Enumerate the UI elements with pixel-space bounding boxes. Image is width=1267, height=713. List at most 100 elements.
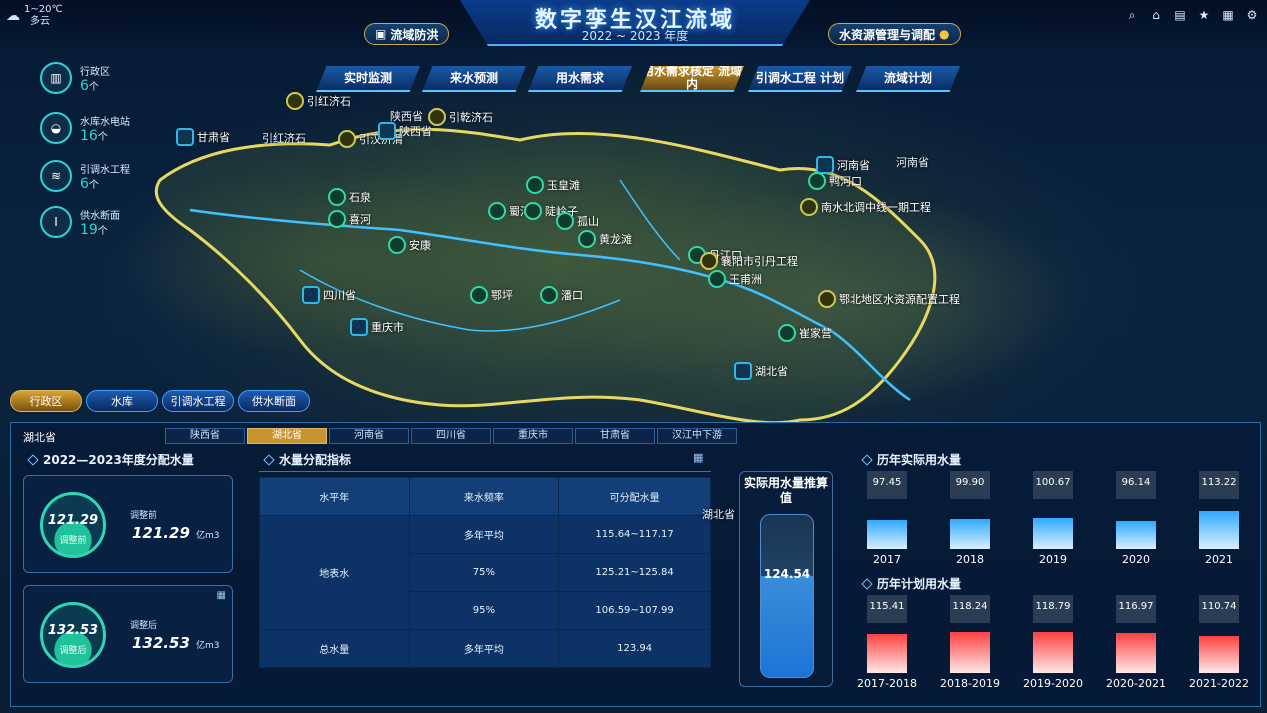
legend-count: 6个 <box>80 78 110 94</box>
reservoir-icon <box>488 202 506 220</box>
map-marker[interactable]: 黄龙滩 <box>578 230 632 248</box>
actual-estimate-value: 124.54 <box>763 567 811 581</box>
map-marker[interactable]: 玉皇滩 <box>526 176 580 194</box>
marker-label: 王甫洲 <box>729 273 762 286</box>
map-marker[interactable]: 引乾济石 <box>428 108 493 126</box>
header-frequency: 来水频率 <box>408 477 560 516</box>
diamond-icon <box>861 453 873 466</box>
bar-fill <box>1033 632 1073 673</box>
nav-tab[interactable]: 用水需求核定 流域内 <box>640 66 744 92</box>
reservoir-icon <box>524 202 542 220</box>
flood-control-button[interactable]: ▣ 流域防洪 <box>364 23 450 45</box>
bar-category-label: 2017-2018 <box>857 677 917 690</box>
bar-value-label: 118.24 <box>952 601 988 612</box>
map-marker[interactable]: 孤山 <box>556 212 599 230</box>
cloud-icon: ☁ <box>6 8 20 24</box>
search-icon[interactable]: ⌕ <box>1125 8 1139 22</box>
map-marker[interactable]: 鸭河口 <box>808 172 862 190</box>
bar-category-label: 2019-2020 <box>1023 677 1083 690</box>
weather-widget: ☁ 1~20℃ 多云 <box>6 4 63 28</box>
map-marker[interactable]: 潘口 <box>540 286 583 304</box>
legend-count: 6个 <box>80 176 130 192</box>
map-marker[interactable]: 喜河 <box>328 210 371 228</box>
reservoir-icon <box>526 176 544 194</box>
map-marker[interactable]: 王甫洲 <box>708 270 762 288</box>
region-bar: 湖北省 陕西省 湖北省 河南省 四川省 重庆市 甘肃省 汉江中下游 <box>21 423 1261 444</box>
value-cell: 123.94 <box>558 629 711 668</box>
table-icon[interactable]: ▦ <box>217 590 226 601</box>
table-icon[interactable]: ▦ <box>693 451 703 464</box>
marker-label: 喜河 <box>349 213 371 226</box>
region-tab[interactable]: 河南省 <box>329 428 409 444</box>
bar-category-label: 2018-2019 <box>940 677 1000 690</box>
value-cell: 106.59~107.99 <box>558 591 711 630</box>
canal-icon <box>286 92 304 110</box>
category-button[interactable]: 水库 <box>86 390 158 412</box>
nav-tab[interactable]: 引调水工程 计划 <box>748 66 852 92</box>
region-tab[interactable]: 陕西省 <box>165 428 245 444</box>
nav-tab[interactable]: 用水需求 <box>528 66 632 92</box>
region-tab[interactable]: 四川省 <box>411 428 491 444</box>
map-place-label: 湖北省 <box>702 508 735 521</box>
diamond-icon <box>27 453 39 466</box>
history-actual-chart: 97.45 2017 99.90 2018 100.67 2019 96.14 2020 113… <box>857 471 1257 571</box>
region-tab[interactable]: 汉江中下游 <box>657 428 737 444</box>
map-marker[interactable]: 四川省 <box>302 286 356 304</box>
region-tab[interactable]: 重庆市 <box>493 428 573 444</box>
region-tab[interactable]: 湖北省 <box>247 428 327 444</box>
bar-value-label: 110.74 <box>1201 601 1237 612</box>
marker-label: 陕西省 <box>399 125 432 138</box>
nav-tab[interactable]: 流域计划 <box>856 66 960 92</box>
legend-item[interactable]: ▥ 行政区 6个 <box>40 62 110 94</box>
canal-icon <box>338 130 356 148</box>
bar-fill <box>867 520 907 549</box>
category-button[interactable]: 行政区 <box>10 390 82 412</box>
marker-label: 孤山 <box>577 215 599 228</box>
bar-fill <box>1116 633 1156 673</box>
marker-label: 石泉 <box>349 191 371 204</box>
category-button[interactable]: 引调水工程 <box>162 390 234 412</box>
map-marker[interactable]: 甘肃省 <box>176 128 230 146</box>
bar-fill <box>1033 518 1073 549</box>
map-marker[interactable]: 引红济石 <box>286 92 351 110</box>
map-marker[interactable]: 鄂坪 <box>470 286 513 304</box>
document-icon[interactable]: ▤ <box>1173 8 1187 22</box>
reservoir-icon: ◒ <box>40 112 72 144</box>
gear-icon[interactable]: ⚙ <box>1245 8 1259 22</box>
after-value: 132.53 <box>132 634 190 652</box>
map-marker[interactable]: 石泉 <box>328 188 371 206</box>
map-marker[interactable]: 崔家营 <box>778 324 832 342</box>
water-fill <box>761 576 813 677</box>
map-marker[interactable]: 鄂北地区水资源配置工程 <box>818 290 960 308</box>
nav-tab[interactable]: 来水预测 <box>422 66 526 92</box>
bar-category-label: 2020-2021 <box>1106 677 1166 690</box>
bar-fill <box>950 632 990 673</box>
map-marker[interactable]: 湖北省 <box>734 362 788 380</box>
before-gauge: 121.29 调整前 <box>40 492 106 558</box>
legend-item[interactable]: ◒ 水库水电站 16个 <box>40 112 130 144</box>
category-button[interactable]: 供水断面 <box>238 390 310 412</box>
map-marker[interactable]: 安康 <box>388 236 431 254</box>
marker-label: 鸭河口 <box>829 175 862 188</box>
legend-item[interactable]: I 供水断面 19个 <box>40 206 120 238</box>
water-management-button[interactable]: 水资源管理与调配 ● <box>828 23 961 45</box>
actual-estimate-card: 实际用水量推算值 124.54 <box>739 471 833 687</box>
table-row: 总水量 多年平均 123.94 <box>259 629 711 668</box>
map-marker[interactable]: 陕西省 <box>378 122 432 140</box>
legend-item[interactable]: ≋ 引调水工程 6个 <box>40 160 130 192</box>
map-marker[interactable]: 襄阳市引丹工程 <box>700 252 798 270</box>
map-marker[interactable]: 南水北调中线一期工程 <box>800 198 931 216</box>
star-icon[interactable]: ★ <box>1197 8 1211 22</box>
legend-count-unit: 个 <box>97 225 108 237</box>
legend-label: 引调水工程 <box>80 164 130 176</box>
table-row: 地表水 多年平均 115.64~117.17 <box>259 515 711 630</box>
map-marker[interactable]: 重庆市 <box>350 318 404 336</box>
freq-cell: 多年平均 <box>408 515 560 554</box>
map-place-label: 引红济石 <box>262 132 306 145</box>
region-tab[interactable]: 甘肃省 <box>575 428 655 444</box>
flood-control-label: 流域防洪 <box>390 27 439 42</box>
grid-icon[interactable]: ▦ <box>1221 8 1235 22</box>
home-icon[interactable]: ⌂ <box>1149 8 1163 22</box>
marker-label: 黄龙滩 <box>599 233 632 246</box>
nav-tab[interactable]: 实时监测 <box>316 66 420 92</box>
